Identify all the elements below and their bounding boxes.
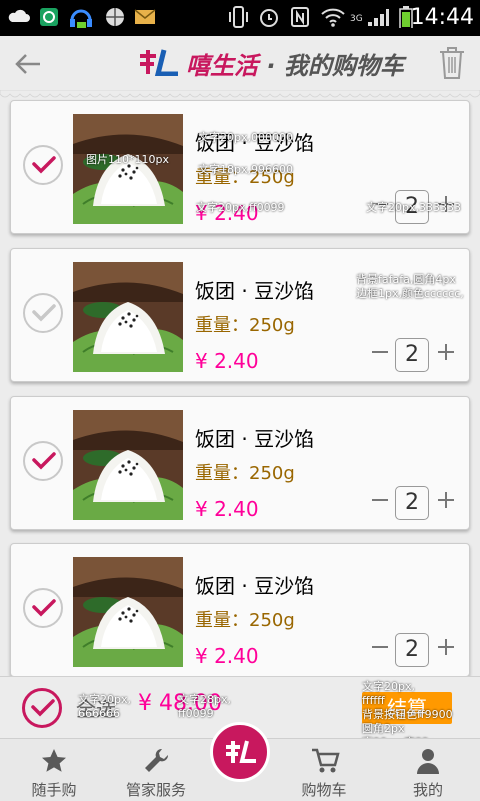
brand-name: 嘻生活 — [186, 52, 258, 80]
decrease-qty-icon[interactable] — [371, 343, 389, 361]
tab-home[interactable] — [210, 722, 270, 782]
cart-item-card[interactable]: 饭团 · 豆沙馅 重量：250g ¥ 2.40 2 — [10, 248, 470, 382]
increase-qty-icon[interactable] — [437, 343, 455, 361]
cart-item-card[interactable]: 饭团 · 豆沙馅 重量：250g ¥ 2.40 2 — [10, 543, 470, 677]
rice-ball-photo — [73, 114, 183, 224]
brand-logo-icon — [140, 49, 178, 76]
checkout-button[interactable]: 结算 — [362, 692, 452, 724]
vibrate-icon — [229, 6, 248, 28]
tab-label: 购物车 — [301, 781, 347, 799]
product-image[interactable] — [73, 410, 183, 520]
back-arrow-icon[interactable] — [12, 48, 44, 80]
rice-ball-photo — [73, 262, 183, 372]
tab-butler-service[interactable]: 管家服务 — [108, 739, 204, 801]
decrease-qty-icon[interactable] — [371, 491, 389, 509]
product-price: ¥ 2.40 — [195, 201, 259, 225]
product-price: ¥ 2.40 — [195, 644, 259, 668]
product-image[interactable] — [73, 262, 183, 372]
checkmark-icon — [32, 452, 56, 470]
product-name: 饭团 · 豆沙馅 — [195, 427, 315, 451]
wifi-icon — [321, 8, 345, 27]
product-price: ¥ 2.40 — [195, 349, 259, 373]
increase-qty-icon[interactable] — [437, 638, 455, 656]
tab-mine[interactable]: 我的 — [380, 739, 476, 801]
header-zigzag-edge — [0, 90, 480, 98]
network-label: 3G — [350, 14, 363, 24]
cart-icon — [312, 748, 340, 773]
title-separator: · — [266, 52, 276, 80]
quantity-field[interactable]: 2 — [395, 338, 429, 372]
checkmark-icon — [32, 156, 56, 174]
product-name: 饭团 · 豆沙馅 — [195, 574, 315, 598]
product-weight: 重量：250g — [195, 315, 295, 336]
cloud-icon — [8, 9, 30, 22]
product-weight: 重量：250g — [195, 167, 295, 188]
basketball-icon — [106, 8, 124, 26]
decrease-qty-icon[interactable] — [371, 638, 389, 656]
checkmark-icon — [32, 599, 56, 617]
product-price: ¥ 2.40 — [195, 497, 259, 521]
tab-label: 我的 — [412, 781, 443, 799]
checkmark-icon — [31, 699, 55, 717]
cart-item-card[interactable]: 饭团 · 豆沙馅 重量：250g ¥ 2.40 2 — [10, 100, 470, 234]
quantity-field[interactable]: 2 — [395, 486, 429, 520]
product-weight: 重量：250g — [195, 610, 295, 631]
alarm-icon — [260, 9, 278, 27]
star-icon — [42, 749, 66, 772]
tab-label: 管家服务 — [125, 781, 186, 799]
headset-icon — [70, 9, 92, 28]
cart-item-card[interactable]: 饭团 · 豆沙馅 重量：250g ¥ 2.40 2 — [10, 396, 470, 530]
tab-random-buy[interactable]: 随手购 — [6, 739, 102, 801]
product-weight: 重量：250g — [195, 463, 295, 484]
rice-ball-photo — [73, 557, 183, 667]
select-all-checkbox[interactable] — [22, 688, 62, 728]
user-icon — [417, 749, 439, 774]
product-name: 饭团 · 豆沙馅 — [195, 279, 315, 303]
checkmark-icon — [32, 304, 56, 322]
cart-total: ¥ 48.00 — [138, 691, 222, 716]
increase-qty-icon[interactable] — [437, 195, 455, 213]
clock: 14:44 — [410, 5, 474, 30]
increase-qty-icon[interactable] — [437, 491, 455, 509]
signal-icon — [368, 9, 389, 26]
rice-ball-photo — [73, 410, 183, 520]
product-name: 饭团 · 豆沙馅 — [195, 131, 315, 155]
nfc-icon — [291, 7, 309, 27]
tab-label: 随手购 — [31, 781, 77, 799]
title-text: 我的购物车 — [283, 52, 404, 80]
wrench-icon — [145, 748, 169, 772]
select-all-label: 全选 — [76, 697, 116, 721]
quantity-field[interactable]: 2 — [395, 633, 429, 667]
item-select-checkbox[interactable] — [23, 293, 63, 333]
quantity-field[interactable]: 2 — [395, 190, 429, 224]
home-logo-icon — [226, 740, 256, 763]
status-bar: 3G 14:44 — [0, 0, 480, 36]
product-image[interactable] — [73, 557, 183, 667]
tab-cart[interactable]: 购物车 — [276, 739, 372, 801]
decrease-qty-icon[interactable] — [371, 195, 389, 213]
shield-app-icon — [40, 8, 58, 26]
trash-icon[interactable] — [438, 46, 466, 80]
item-select-checkbox[interactable] — [23, 588, 63, 628]
item-select-checkbox[interactable] — [23, 441, 63, 481]
item-select-checkbox[interactable] — [23, 145, 63, 185]
page-title: 嘻生活 · 我的购物车 — [186, 46, 404, 81]
mail-icon — [134, 9, 156, 24]
product-image[interactable] — [73, 114, 183, 224]
